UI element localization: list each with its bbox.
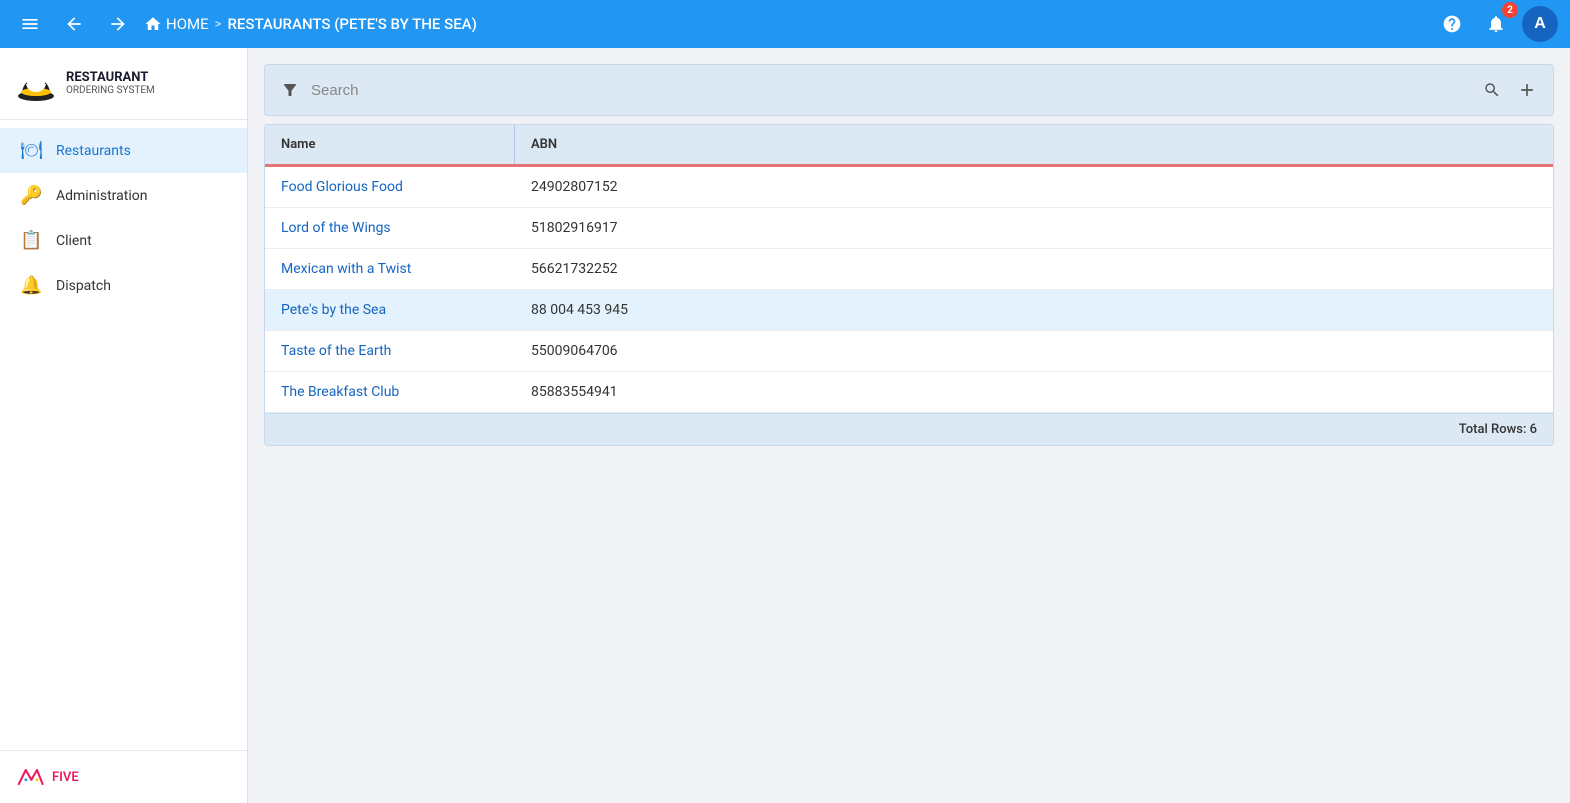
table-header: Name ABN (265, 125, 1553, 167)
restaurants-icon: 🍽 (20, 140, 42, 161)
notifications-wrapper: 2 (1478, 6, 1514, 42)
table-row[interactable]: Food Glorious Food 24902807152 (265, 167, 1553, 208)
cell-name: Taste of the Earth (265, 331, 515, 371)
cell-abn: 88 004 453 945 (515, 290, 1553, 330)
sidebar-item-dispatch[interactable]: 🔔 Dispatch (0, 263, 247, 308)
help-button[interactable] (1434, 6, 1470, 42)
col-header-name: Name (265, 125, 515, 164)
five-logo-icon (16, 767, 44, 787)
breadcrumb-chevron: > (215, 17, 222, 32)
sidebar: RESTAURANT ORDERING SYSTEM 🍽 Restaurants… (0, 48, 248, 803)
topbar-right: 2 A (1434, 6, 1558, 42)
content-area: Name ABN Food Glorious Food 24902807152 … (248, 48, 1570, 803)
administration-icon: 🔑 (20, 185, 42, 206)
sidebar-nav: 🍽 Restaurants 🔑 Administration 📋 Client … (0, 120, 247, 750)
cell-name: Lord of the Wings (265, 208, 515, 248)
logo-ordering: ORDERING SYSTEM (66, 85, 155, 97)
table-body: Food Glorious Food 24902807152 Lord of t… (265, 167, 1553, 413)
sidebar-item-administration[interactable]: 🔑 Administration (0, 173, 247, 218)
cell-name: Food Glorious Food (265, 167, 515, 207)
sidebar-label-restaurants: Restaurants (56, 143, 131, 159)
col-header-abn: ABN (515, 125, 1553, 164)
breadcrumb: HOME > RESTAURANTS (PETE'S BY THE SEA) (144, 15, 1426, 33)
search-bar (264, 64, 1554, 116)
home-label: HOME (166, 15, 209, 33)
table-row[interactable]: The Breakfast Club 85883554941 (265, 372, 1553, 413)
logo-restaurant: RESTAURANT (66, 70, 155, 86)
cell-abn: 24902807152 (515, 167, 1553, 207)
data-table: Name ABN Food Glorious Food 24902807152 … (264, 124, 1554, 446)
cell-abn: 85883554941 (515, 372, 1553, 412)
total-rows-label: Total Rows: 6 (1459, 422, 1537, 437)
topbar: HOME > RESTAURANTS (PETE'S BY THE SEA) 2… (0, 0, 1570, 48)
sidebar-footer: FIVE (0, 750, 247, 803)
dispatch-icon: 🔔 (20, 275, 42, 296)
table-row[interactable]: Mexican with a Twist 56621732252 (265, 249, 1553, 290)
app-logo-icon (16, 64, 56, 104)
table-row[interactable]: Pete's by the Sea 88 004 453 945 (265, 290, 1553, 331)
sidebar-item-restaurants[interactable]: 🍽 Restaurants (0, 128, 247, 173)
sidebar-logo: RESTAURANT ORDERING SYSTEM (0, 48, 247, 120)
search-button[interactable] (1479, 77, 1505, 103)
cell-abn: 55009064706 (515, 331, 1553, 371)
add-button[interactable] (1513, 76, 1541, 104)
cell-name: The Breakfast Club (265, 372, 515, 412)
cell-name: Pete's by the Sea (265, 290, 515, 330)
breadcrumb-current: RESTAURANTS (PETE'S BY THE SEA) (227, 15, 476, 33)
home-link[interactable]: HOME (144, 15, 209, 33)
forward-button[interactable] (100, 6, 136, 42)
menu-button[interactable] (12, 6, 48, 42)
sidebar-label-client: Client (56, 233, 92, 249)
back-button[interactable] (56, 6, 92, 42)
table-row[interactable]: Lord of the Wings 51802916917 (265, 208, 1553, 249)
sidebar-label-dispatch: Dispatch (56, 278, 111, 294)
cell-abn: 51802916917 (515, 208, 1553, 248)
sidebar-item-client[interactable]: 📋 Client (0, 218, 247, 263)
main-layout: RESTAURANT ORDERING SYSTEM 🍽 Restaurants… (0, 48, 1570, 803)
table-row[interactable]: Taste of the Earth 55009064706 (265, 331, 1553, 372)
table-footer: Total Rows: 6 (265, 413, 1553, 445)
client-icon: 📋 (20, 230, 42, 251)
cell-abn: 56621732252 (515, 249, 1553, 289)
cell-name: Mexican with a Twist (265, 249, 515, 289)
five-brand-label: FIVE (52, 770, 79, 785)
filter-button[interactable] (277, 77, 303, 103)
avatar-button[interactable]: A (1522, 6, 1558, 42)
notification-badge: 2 (1502, 2, 1518, 18)
search-input[interactable] (311, 82, 1471, 99)
logo-text: RESTAURANT ORDERING SYSTEM (66, 70, 155, 98)
sidebar-label-administration: Administration (56, 188, 147, 204)
